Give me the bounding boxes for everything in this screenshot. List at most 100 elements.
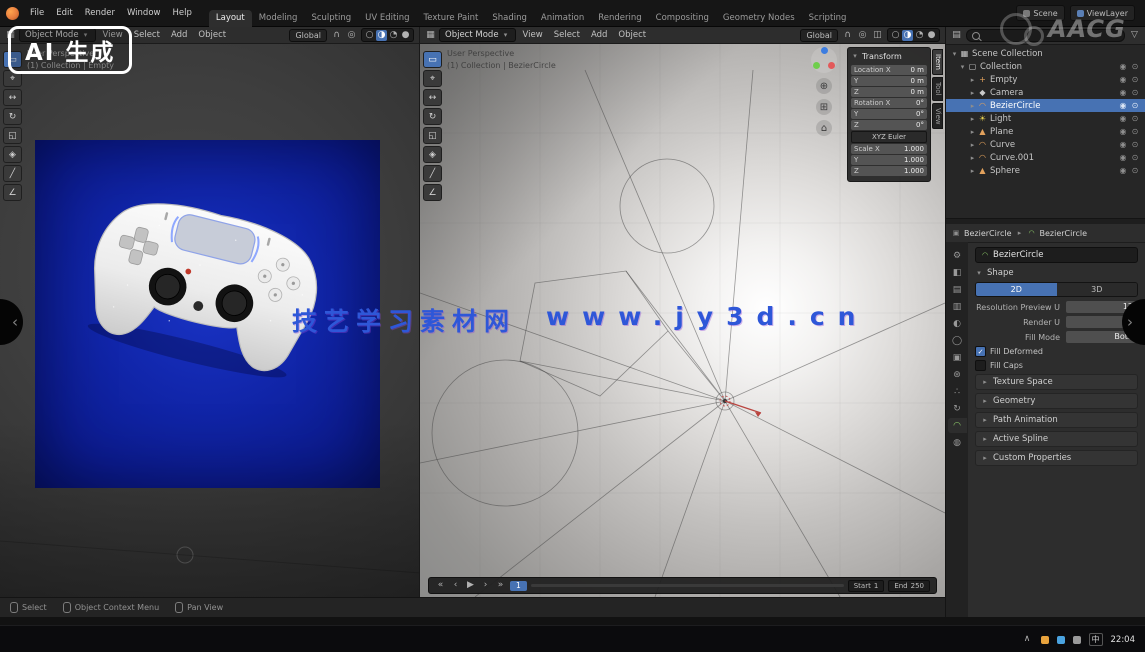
tool-annotate[interactable]: ╱ xyxy=(423,165,442,182)
tool-cursor[interactable]: ⌖ xyxy=(423,70,442,87)
current-frame[interactable]: 1 xyxy=(510,581,527,591)
breadcrumb-data[interactable]: BezierCircle xyxy=(1040,229,1088,238)
menu-add[interactable]: Add xyxy=(587,30,611,40)
hide-toggle-icon[interactable]: ◉ xyxy=(1117,62,1129,71)
outliner-row-selected[interactable]: ▸ ◠ BezierCircle ◉ ⊙ xyxy=(946,99,1145,112)
shading-wireframe-icon[interactable]: ○ xyxy=(890,30,901,41)
blender-logo-icon[interactable] xyxy=(6,7,19,20)
disclosure-icon[interactable]: ▾ xyxy=(950,50,959,58)
timeline-track[interactable] xyxy=(531,584,844,587)
tool-transform[interactable]: ◈ xyxy=(423,146,442,163)
rotation-y-field[interactable]: Y0° xyxy=(851,109,927,119)
snap-magnet-icon[interactable]: ∩ xyxy=(842,30,853,41)
props-tab-world[interactable]: ◯ xyxy=(948,333,967,348)
props-tab-scene[interactable]: ◐ xyxy=(948,316,967,331)
tab-sculpting[interactable]: Sculpting xyxy=(304,10,358,27)
hide-toggle-icon[interactable]: ◉ xyxy=(1117,101,1129,110)
tab-animation[interactable]: Animation xyxy=(534,10,591,27)
sidebar-tab-item[interactable]: Item xyxy=(932,49,943,75)
zoom-icon[interactable]: ⊕ xyxy=(816,78,832,94)
outliner-row[interactable]: ▸ ▲ Plane ◉ ⊙ xyxy=(946,125,1145,138)
props-tab-material[interactable]: ◍ xyxy=(948,435,967,450)
disclosure-icon[interactable]: ▸ xyxy=(968,76,977,84)
props-tab-object[interactable]: ▣ xyxy=(948,350,967,365)
outliner-row[interactable]: ▸ ◠ Curve ◉ ⊙ xyxy=(946,138,1145,151)
disclosure-icon[interactable]: ▸ xyxy=(968,128,977,136)
render-toggle-icon[interactable]: ⊙ xyxy=(1129,166,1141,175)
enum-3d[interactable]: 3D xyxy=(1057,283,1138,296)
hide-toggle-icon[interactable]: ◉ xyxy=(1117,88,1129,97)
axis-z-icon[interactable] xyxy=(821,47,828,54)
menu-select[interactable]: Select xyxy=(130,30,164,40)
tool-scale[interactable]: ◱ xyxy=(3,127,22,144)
props-tab-particles[interactable]: ∴ xyxy=(948,384,967,399)
sidebar-tab-tool[interactable]: Tool xyxy=(932,77,943,101)
axis-x-icon[interactable] xyxy=(828,62,835,69)
scale-x-field[interactable]: Scale X1.000 xyxy=(851,144,927,154)
render-toggle-icon[interactable]: ⊙ xyxy=(1129,62,1141,71)
shading-wireframe-icon[interactable]: ○ xyxy=(364,30,375,41)
props-tab-view-layer[interactable]: ▥ xyxy=(948,299,967,314)
checkbox-fill-deformed[interactable]: Fill Deformed xyxy=(975,346,1138,357)
mode-dropdown[interactable]: Object Mode▾ xyxy=(439,28,516,42)
render-toggle-icon[interactable]: ⊙ xyxy=(1129,153,1141,162)
menu-view[interactable]: View xyxy=(519,30,547,40)
axis-y-icon[interactable] xyxy=(813,62,820,69)
tray-app-icon[interactable] xyxy=(1073,636,1081,644)
tray-app-icon[interactable] xyxy=(1057,636,1065,644)
transform-section-header[interactable]: ▾Transform xyxy=(851,51,927,62)
filter-icon[interactable]: ▽ xyxy=(1129,30,1140,41)
editor-type-icon[interactable]: ▤ xyxy=(951,30,962,41)
section-active-spline[interactable]: ▸ Active Spline xyxy=(975,431,1138,447)
tray-expand-icon[interactable]: ∧ xyxy=(1022,634,1033,645)
tool-move[interactable]: ↔ xyxy=(423,89,442,106)
tool-annotate[interactable]: ╱ xyxy=(3,165,22,182)
hide-toggle-icon[interactable]: ◉ xyxy=(1117,153,1129,162)
tab-layout[interactable]: Layout xyxy=(209,10,252,27)
proportional-edit-icon[interactable]: ◎ xyxy=(346,30,357,41)
navigation-gizmo[interactable] xyxy=(811,47,837,73)
menu-edit[interactable]: Edit xyxy=(51,8,77,18)
shading-rendered-icon[interactable]: ● xyxy=(400,30,411,41)
render-toggle-icon[interactable]: ⊙ xyxy=(1129,101,1141,110)
disclosure-icon[interactable]: ▸ xyxy=(968,102,977,110)
section-custom-properties[interactable]: ▸ Custom Properties xyxy=(975,450,1138,466)
xray-toggle-icon[interactable]: ◫ xyxy=(872,30,883,41)
location-y-field[interactable]: Y0 m xyxy=(851,76,927,86)
enum-2d[interactable]: 2D xyxy=(976,283,1057,296)
tab-texture-paint[interactable]: Texture Paint xyxy=(417,10,486,27)
render-toggle-icon[interactable]: ⊙ xyxy=(1129,114,1141,123)
disclosure-icon[interactable]: ▾ xyxy=(958,63,967,71)
props-tab-object-data[interactable]: ◠ xyxy=(948,418,967,433)
tab-scripting[interactable]: Scripting xyxy=(802,10,854,27)
frame-start-field[interactable]: Start1 xyxy=(848,580,885,592)
shading-material-icon[interactable]: ◔ xyxy=(388,30,399,41)
location-z-field[interactable]: Z0 m xyxy=(851,87,927,97)
disclosure-icon[interactable]: ▸ xyxy=(968,141,977,149)
tab-shading[interactable]: Shading xyxy=(485,10,534,27)
render-toggle-icon[interactable]: ⊙ xyxy=(1129,75,1141,84)
sidebar-tab-view[interactable]: View xyxy=(932,103,943,130)
jump-start-icon[interactable]: « xyxy=(435,580,446,591)
section-texture-space[interactable]: ▸ Texture Space xyxy=(975,374,1138,390)
camera-view-icon[interactable]: ⌂ xyxy=(816,120,832,136)
menu-render[interactable]: Render xyxy=(80,8,120,18)
orientation-dropdown[interactable]: Global xyxy=(289,29,327,42)
hide-toggle-icon[interactable]: ◉ xyxy=(1117,166,1129,175)
tab-geometry-nodes[interactable]: Geometry Nodes xyxy=(716,10,802,27)
menu-object[interactable]: Object xyxy=(194,30,230,40)
props-tab-physics[interactable]: ↻ xyxy=(948,401,967,416)
outliner-row[interactable]: ▸ ◠ Curve.001 ◉ ⊙ xyxy=(946,151,1145,164)
orientation-dropdown[interactable]: Global xyxy=(800,29,838,42)
play-icon[interactable]: ▶ xyxy=(465,580,476,591)
outliner-row[interactable]: ▸ + Empty ◉ ⊙ xyxy=(946,73,1145,86)
tray-app-icon[interactable] xyxy=(1041,636,1049,644)
section-geometry[interactable]: ▸ Geometry xyxy=(975,393,1138,409)
menu-select[interactable]: Select xyxy=(550,30,584,40)
pan-icon[interactable]: ⊞ xyxy=(816,99,832,115)
outliner-row[interactable]: ▾ ▦ Scene Collection xyxy=(946,47,1145,60)
tab-uv-editing[interactable]: UV Editing xyxy=(358,10,416,27)
jump-end-icon[interactable]: » xyxy=(495,580,506,591)
breadcrumb-object[interactable]: BezierCircle xyxy=(964,229,1012,238)
tool-measure[interactable]: ∠ xyxy=(3,184,22,201)
